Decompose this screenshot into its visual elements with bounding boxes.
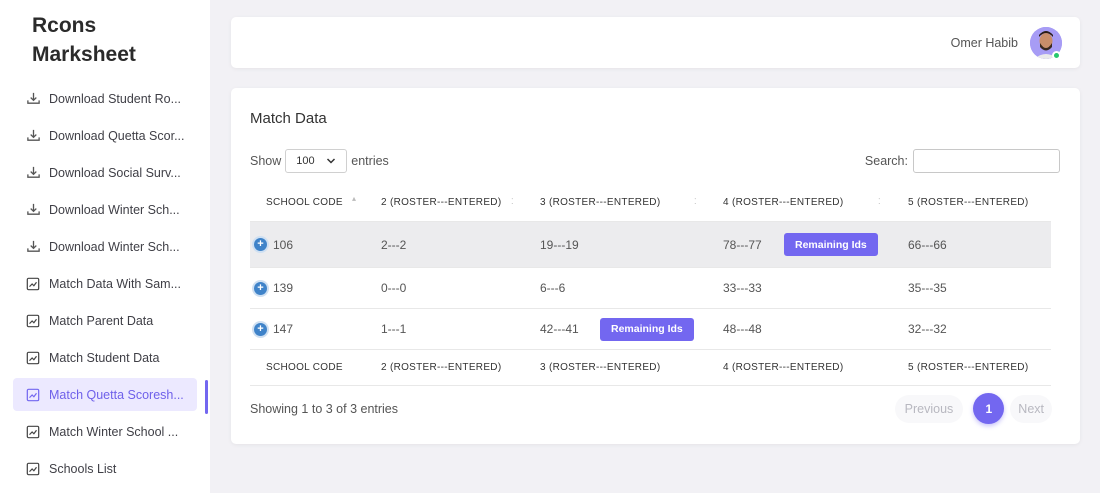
sidebar-item-label: Download Student Ro... — [49, 91, 182, 106]
previous-page-button[interactable]: Previous — [894, 394, 964, 423]
school-code-cell: + 106 — [254, 238, 293, 252]
chart-icon — [25, 461, 41, 477]
sidebar-item-label: Download Social Surv... — [49, 165, 181, 180]
sidebar-item-match-student-data[interactable]: Match Student Data — [13, 341, 210, 374]
search-label: Search: — [864, 154, 908, 168]
sidebar-item-label: Match Winter School ... — [49, 424, 179, 439]
sidebar-item-label: Download Winter Sch... — [49, 202, 180, 217]
sidebar-item-label: Download Winter Sch... — [49, 239, 180, 254]
school-code-cell: + 147 — [254, 322, 293, 336]
footer-column-5: 5 (ROSTER---ENTERED) — [908, 362, 1029, 373]
sidebar-item-label: Match Data With Sam... — [49, 276, 181, 291]
cell-5: 32---32 — [908, 322, 947, 336]
table-footer-row: SCHOOL CODE 2 (ROSTER---ENTERED) 3 (ROST… — [250, 350, 1051, 386]
school-code-cell: + 139 — [254, 281, 293, 295]
chevron-down-icon — [326, 154, 336, 171]
sidebar-item-match-parent-data[interactable]: Match Parent Data — [13, 304, 210, 337]
expand-row-icon[interactable]: + — [254, 322, 267, 336]
cell-4: 33---33 — [723, 281, 762, 295]
match-data-card: Match Data Show 100 entries Search: SCHO… — [231, 88, 1080, 444]
chart-icon — [25, 350, 41, 366]
entries-select-value: 100 — [296, 155, 315, 167]
download-icon — [25, 165, 41, 181]
brand-line-1: Rcons — [32, 14, 97, 37]
page-1-button[interactable]: 1 — [973, 393, 1005, 424]
footer-school-code: SCHOOL CODE — [266, 362, 343, 373]
brand-logo[interactable]: Rcons Marksheet — [32, 11, 182, 69]
chart-icon — [25, 424, 41, 440]
cell-3: 6---6 — [540, 281, 566, 295]
chart-icon — [25, 387, 41, 403]
table-info: Showing 1 to 3 of 3 entries — [250, 402, 399, 416]
sidebar-item-match-winter-school[interactable]: Match Winter School ... — [13, 415, 210, 448]
table-header-row: SCHOOL CODE ▴ 2 (ROSTER---ENTERED) ⁚ 3 (… — [250, 184, 1051, 222]
cell-2: 1---1 — [381, 322, 407, 336]
sidebar-item-label: Schools List — [49, 461, 117, 476]
cell-3: 42---41 — [540, 322, 579, 336]
remaining-ids-button[interactable]: Remaining Ids — [600, 317, 694, 341]
footer-column-2: 2 (ROSTER---ENTERED) — [381, 362, 502, 373]
sort-asc-icon[interactable]: ▴ — [352, 194, 356, 203]
entries-select[interactable]: 100 — [285, 149, 348, 173]
match-data-table: SCHOOL CODE ▴ 2 (ROSTER---ENTERED) ⁚ 3 (… — [250, 184, 1051, 386]
brand-line-2: Marksheet — [32, 43, 136, 66]
sidebar-item-label: Match Student Data — [49, 350, 160, 365]
column-header-5[interactable]: 5 (ROSTER---ENTERED) — [908, 197, 1028, 208]
sidebar-item-match-data-with-sample[interactable]: Match Data With Sam... — [13, 267, 210, 300]
cell-2: 0---0 — [381, 281, 407, 295]
download-icon — [25, 202, 41, 218]
entries-length-control: Show 100 entries — [250, 149, 389, 173]
sidebar-item-match-quetta-scoresheet[interactable]: Match Quetta Scoresh... — [13, 378, 197, 411]
page-title: Match Data — [250, 110, 327, 127]
sidebar-item-download-quetta-scoresheet[interactable]: Download Quetta Scor... — [13, 119, 210, 152]
sidebar-item-label: Match Quetta Scoresh... — [49, 387, 184, 402]
remaining-ids-button[interactable]: Remaining Ids — [784, 233, 878, 256]
top-navbar: Omer Habib — [231, 17, 1080, 68]
column-header-3[interactable]: 3 (ROSTER---ENTERED) — [540, 197, 660, 208]
sort-icon[interactable]: ⁚ — [878, 197, 881, 206]
cell-2: 2---2 — [381, 237, 407, 252]
chart-icon — [25, 313, 41, 329]
sidebar: Rcons Marksheet Download Student Ro... D… — [0, 0, 210, 493]
expand-row-icon[interactable]: + — [254, 281, 267, 295]
footer-column-4: 4 (ROSTER---ENTERED) — [723, 362, 844, 373]
table-row: + 147 1---1 42---41 Remaining Ids 48---4… — [250, 309, 1051, 350]
search-input[interactable] — [913, 149, 1060, 173]
cell-4: 48---48 — [723, 322, 762, 336]
table-row: + 106 2---2 19---19 78---77 Remaining Id… — [250, 222, 1051, 268]
user-name[interactable]: Omer Habib — [951, 36, 1018, 50]
sidebar-item-download-student-roster[interactable]: Download Student Ro... — [13, 82, 210, 115]
online-status-indicator — [1052, 51, 1061, 60]
column-header-4[interactable]: 4 (ROSTER---ENTERED) — [723, 197, 843, 208]
sidebar-item-download-winter-school-1[interactable]: Download Winter Sch... — [13, 193, 210, 226]
expand-row-icon[interactable]: + — [254, 238, 267, 251]
show-label: Show — [250, 154, 282, 168]
cell-4: 78---77 — [723, 237, 762, 252]
sidebar-item-download-winter-school-2[interactable]: Download Winter Sch... — [13, 230, 210, 263]
download-icon — [25, 91, 41, 107]
sort-icon[interactable]: ⁚ — [511, 197, 514, 206]
download-icon — [25, 239, 41, 255]
pagination: Previous 1 Next — [894, 393, 1052, 424]
sidebar-item-label: Download Quetta Scor... — [49, 128, 185, 143]
download-icon — [25, 128, 41, 144]
search-control: Search: — [865, 149, 1060, 173]
sort-icon[interactable]: ⁚ — [694, 197, 697, 206]
table-row: + 139 0---0 6---6 33---33 35---35 — [250, 268, 1051, 309]
cell-3: 19---19 — [540, 237, 579, 252]
chart-icon — [25, 276, 41, 292]
next-page-button[interactable]: Next — [1010, 394, 1052, 423]
entries-label: entries — [351, 154, 389, 168]
footer-column-3: 3 (ROSTER---ENTERED) — [540, 362, 661, 373]
cell-5: 66---66 — [908, 237, 947, 252]
sidebar-item-download-social-survey[interactable]: Download Social Surv... — [13, 156, 210, 189]
sidebar-item-schools-list[interactable]: Schools List — [13, 452, 210, 485]
sidebar-nav: Download Student Ro... Download Quetta S… — [13, 82, 210, 489]
cell-5: 35---35 — [908, 281, 947, 295]
sidebar-item-label: Match Parent Data — [49, 313, 154, 328]
column-header-school-code[interactable]: SCHOOL CODE — [266, 197, 343, 208]
active-indicator — [205, 380, 208, 414]
column-header-2[interactable]: 2 (ROSTER---ENTERED) — [381, 197, 501, 208]
